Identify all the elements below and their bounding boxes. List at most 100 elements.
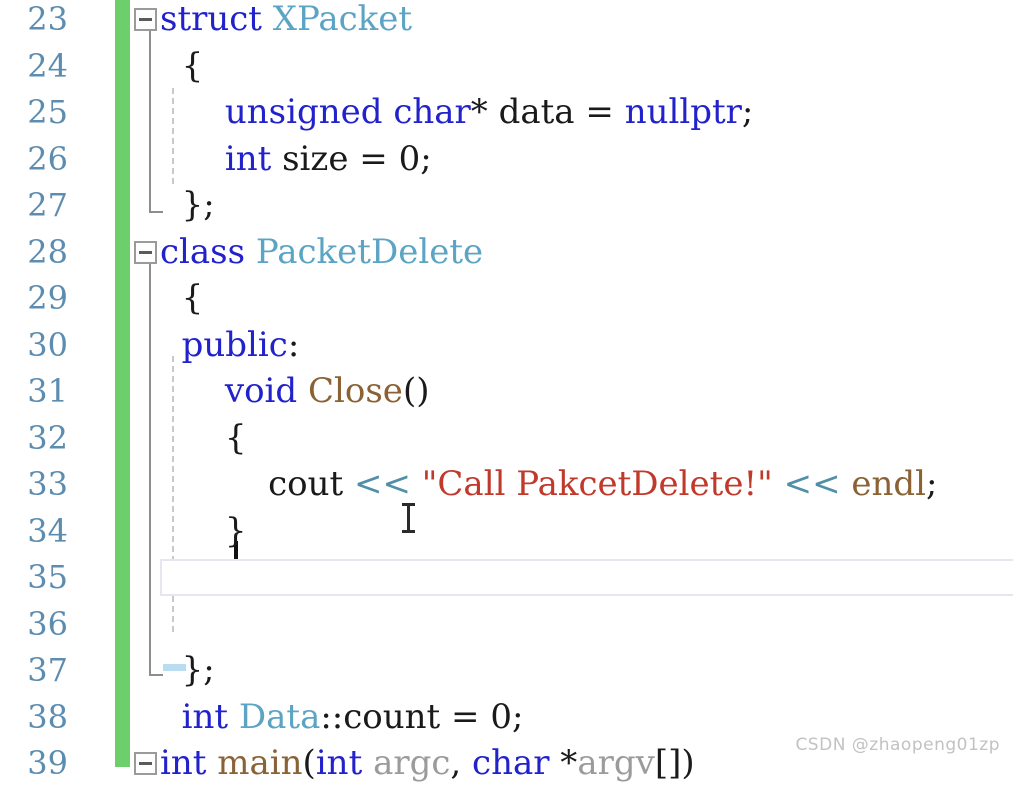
line-number: 34 [27, 511, 68, 550]
code-token: unsigned char [224, 92, 471, 132]
line-number: 29 [27, 279, 68, 317]
code-token: Data [238, 696, 321, 737]
code-token: argv [577, 743, 655, 783]
code-token: cout [160, 464, 354, 504]
code-text[interactable]: int main(int argc, char *argv[]) [160, 740, 695, 787]
code-editor[interactable]: CSDN @zhaopeng01zp 23 struct XPacket 24 {2… [0, 0, 1013, 783]
code-line[interactable]: 33 cout << "Call PakcetDelete!" << endl; [0, 461, 1013, 508]
line-number: 37 [27, 651, 68, 689]
current-line-highlight [160, 559, 1013, 596]
fold-collapse-icon[interactable] [134, 8, 157, 31]
code-line[interactable]: 32 { [0, 415, 1013, 462]
line-number: 25 [27, 93, 68, 131]
code-token: * [470, 92, 499, 132]
code-text[interactable]: }; [160, 647, 215, 694]
code-text[interactable]: int size = 0; [160, 136, 432, 183]
code-line[interactable]: 34 } [0, 508, 1013, 555]
code-text[interactable]: { [160, 275, 204, 322]
code-token: ; [926, 464, 938, 504]
line-number: 39 [27, 744, 68, 782]
code-text[interactable]: void Close() [160, 368, 430, 415]
code-token: main [217, 743, 303, 783]
code-token: int [315, 743, 363, 783]
fold-collapse-icon[interactable] [134, 752, 157, 775]
code-line[interactable]: 39 int main(int argc, char *argv[]) [0, 740, 1013, 787]
code-token: * [549, 743, 578, 783]
code-token: << [783, 464, 841, 504]
code-token: { [160, 417, 247, 458]
code-token: : [287, 324, 300, 365]
code-line[interactable]: 23 struct XPacket [0, 0, 1013, 43]
code-token: ; [741, 92, 754, 132]
code-text[interactable]: { [160, 415, 247, 462]
code-token: { [160, 278, 204, 318]
code-text[interactable]: int Data::count = 0; [160, 694, 524, 741]
code-token: struct [160, 0, 273, 39]
code-line[interactable]: 30 public: [0, 322, 1013, 369]
code-token: data [498, 92, 575, 132]
code-line[interactable]: 24 { [0, 43, 1013, 90]
code-token: XPacket [272, 0, 413, 39]
code-token: []) [654, 743, 695, 783]
code-line[interactable]: 31 void Close() [0, 368, 1013, 415]
code-token: "Call PakcetDelete!" [421, 464, 773, 504]
code-line[interactable]: 25 unsigned char* data = nullptr; [0, 89, 1013, 136]
code-token: << [353, 464, 411, 504]
code-token: int [181, 696, 229, 737]
code-token: size = 0; [271, 138, 432, 179]
code-token: }; [160, 185, 215, 225]
line-number: 33 [27, 465, 68, 503]
code-token: endl [851, 464, 927, 504]
line-number: 35 [27, 558, 68, 596]
line-number: 28 [27, 232, 68, 271]
code-text[interactable]: struct XPacket [160, 0, 412, 43]
code-text[interactable]: } [160, 508, 247, 555]
code-text[interactable]: unsigned char* data = nullptr; [160, 89, 754, 136]
code-token: int [224, 138, 272, 179]
code-token: nullptr [624, 92, 742, 132]
code-text[interactable]: public: [160, 322, 300, 369]
line-number: 23 [27, 0, 68, 38]
line-number: 32 [27, 418, 68, 457]
code-line[interactable]: 37 }; [0, 647, 1013, 694]
code-line[interactable]: 35 [0, 554, 1013, 601]
line-number: 36 [27, 604, 68, 643]
code-line[interactable]: 28 class PacketDelete [0, 229, 1013, 276]
fold-collapse-icon[interactable] [134, 240, 157, 264]
code-text[interactable]: { [160, 43, 204, 90]
code-token: Close [308, 371, 403, 411]
line-number: 31 [27, 372, 68, 410]
code-token: , [450, 743, 473, 783]
code-token: { [160, 45, 204, 86]
line-number: 27 [27, 186, 68, 224]
code-token: PacketDelete [255, 231, 484, 272]
code-line[interactable]: 38 int Data::count = 0; [0, 694, 1013, 741]
code-token: } [160, 510, 247, 551]
code-token: class [160, 231, 256, 272]
code-token: public [160, 324, 288, 365]
code-line[interactable]: 36 [0, 601, 1013, 648]
line-number: 24 [27, 46, 68, 85]
line-number: 26 [27, 139, 68, 178]
code-line[interactable]: 29 { [0, 275, 1013, 322]
code-line[interactable]: 27 }; [0, 182, 1013, 229]
code-text[interactable]: cout << "Call PakcetDelete!" << endl; [160, 461, 938, 508]
code-token: ::count = 0; [320, 696, 524, 737]
code-text[interactable]: }; [160, 182, 215, 229]
code-token: }; [160, 650, 215, 690]
code-line[interactable]: 26 int size = 0; [0, 136, 1013, 183]
code-token: char [472, 743, 550, 783]
code-token: int [160, 743, 207, 783]
line-number: 30 [27, 325, 68, 364]
code-text[interactable]: class PacketDelete [160, 229, 483, 276]
